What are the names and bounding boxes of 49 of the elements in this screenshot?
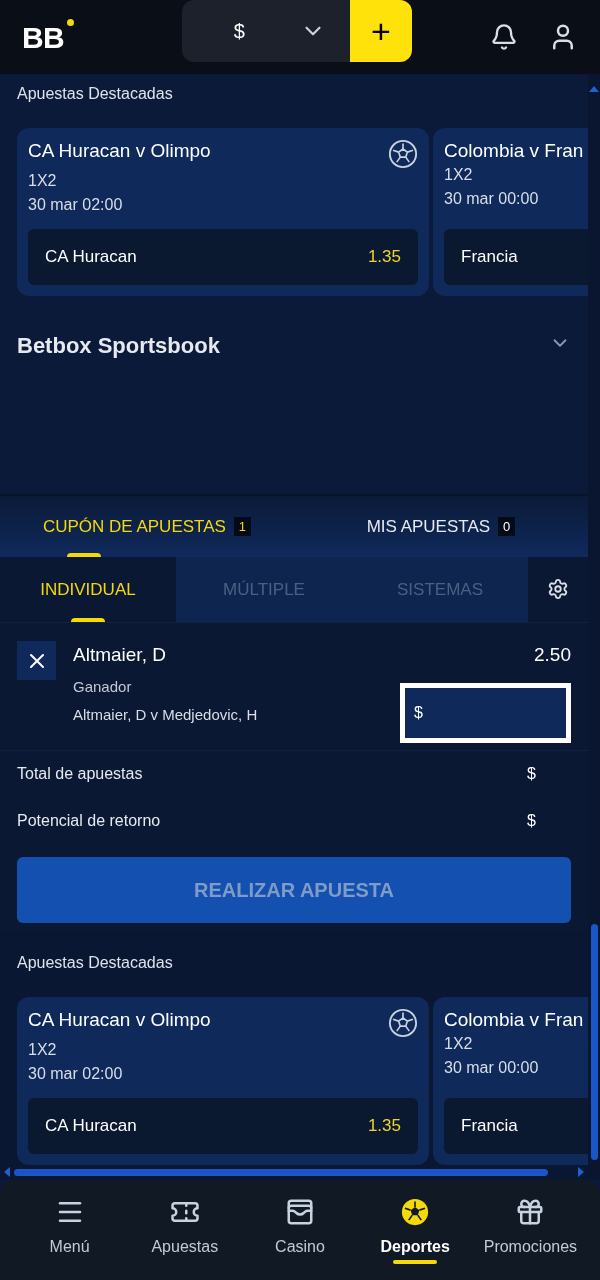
total-label: Potencial de retorno [17, 811, 161, 832]
deposit-button[interactable]: + [349, 0, 412, 62]
bet-selection: Altmaier, D [73, 643, 167, 668]
bet-market: Ganador [73, 676, 133, 697]
market-label: 1X2 [444, 1033, 474, 1054]
match-title: Colombia v Fran [444, 1007, 584, 1032]
nav-item[interactable]: Casino [242, 1180, 358, 1280]
match-title: CA Huracan v Olimpo [28, 1007, 211, 1032]
vertical-scrollbar[interactable] [590, 924, 598, 1160]
match-time: 30 mar 02:00 [28, 1063, 124, 1084]
coupon-tab[interactable]: MIS APUESTAS 0 [294, 496, 588, 557]
football-icon [400, 1197, 431, 1227]
nav-item[interactable]: Promociones [472, 1180, 588, 1280]
odds-button[interactable]: CA Huracan 1.35 [28, 229, 418, 285]
nav-item[interactable]: Menú [12, 1180, 128, 1280]
bet-odds: 2.50 [534, 643, 571, 668]
total-label: Total de apuestas [17, 764, 143, 785]
settings-icon[interactable] [547, 578, 569, 601]
bet-match: Altmaier, D v Medjedovic, H [73, 705, 258, 726]
match-title: CA Huracan v Olimpo [28, 139, 211, 163]
coupon-tab[interactable]: CUPÓN DE APUESTAS 1 [0, 496, 294, 557]
odds-button[interactable]: Francia [444, 1097, 588, 1154]
nav-item[interactable]: Apuestas [127, 1180, 243, 1280]
match-time: 30 mar 00:00 [444, 1057, 540, 1078]
match-title: Colombia v Fran [444, 139, 584, 163]
remove-bet-button[interactable] [17, 641, 56, 681]
section-title: Apuestas Destacadas [16, 952, 174, 973]
odds-button[interactable]: Francia [444, 229, 588, 285]
section-title: Apuestas Destacadas [16, 84, 174, 104]
market-label: 1X2 [28, 171, 58, 191]
match-card[interactable]: Colombia v Fran 1X2 30 mar 00:00 Francia [433, 128, 588, 296]
match-time: 30 mar 02:00 [28, 195, 124, 215]
nav-item[interactable]: Deportes [357, 1180, 473, 1280]
odds-button[interactable]: CA Huracan 1.35 [28, 1097, 418, 1154]
match-card[interactable]: CA Huracan v Olimpo 1X2 30 mar 02:00 CA Huracan 1.35 [17, 996, 429, 1165]
stake-field[interactable]: $ [400, 682, 571, 743]
cards-icon [285, 1197, 315, 1227]
match-time: 30 mar 00:00 [444, 189, 540, 209]
currency-select[interactable]: $ [181, 0, 350, 62]
total-value: $ [527, 811, 536, 832]
match-card[interactable]: CA Huracan v Olimpo 1X2 30 mar 02:00 CA Huracan 1.35 [17, 128, 429, 296]
gift-icon [515, 1197, 546, 1227]
notification-icon[interactable] [490, 23, 518, 51]
horizontal-scrollbar[interactable] [14, 1168, 548, 1176]
match-card[interactable]: Colombia v Fran 1X2 30 mar 00:00 Francia [433, 996, 588, 1165]
logo[interactable]: BB [22, 19, 74, 55]
total-value: $ [527, 764, 536, 785]
market-label: 1X2 [28, 1039, 58, 1060]
market-label: 1X2 [444, 165, 474, 185]
